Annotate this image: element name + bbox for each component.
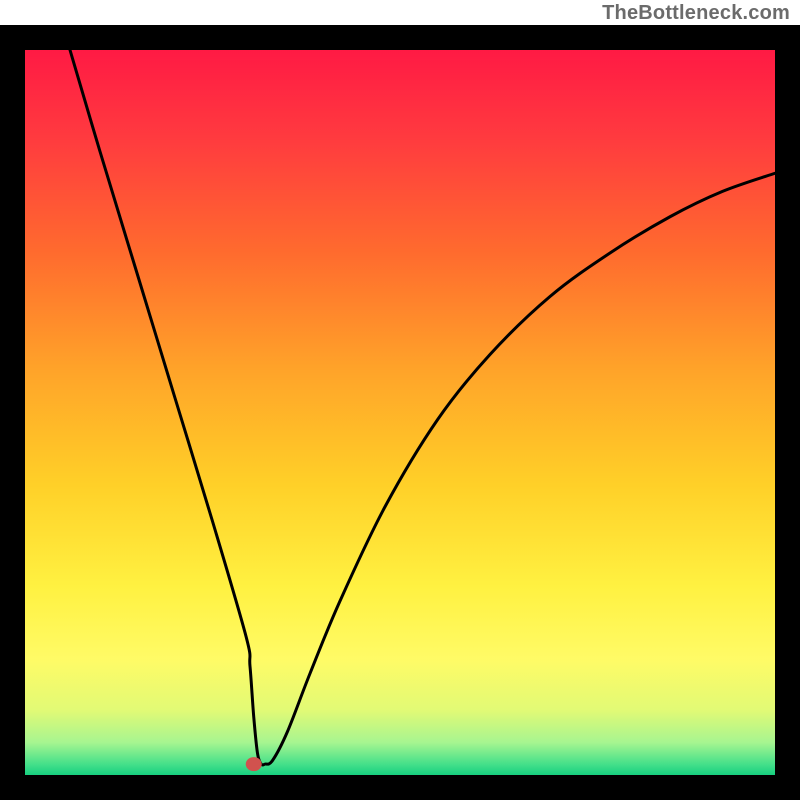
chart-svg — [0, 25, 800, 800]
attribution-label: TheBottleneck.com — [602, 2, 790, 25]
bottleneck-chart — [0, 25, 800, 800]
optimum-marker — [246, 757, 262, 771]
chart-background-gradient — [25, 50, 775, 775]
